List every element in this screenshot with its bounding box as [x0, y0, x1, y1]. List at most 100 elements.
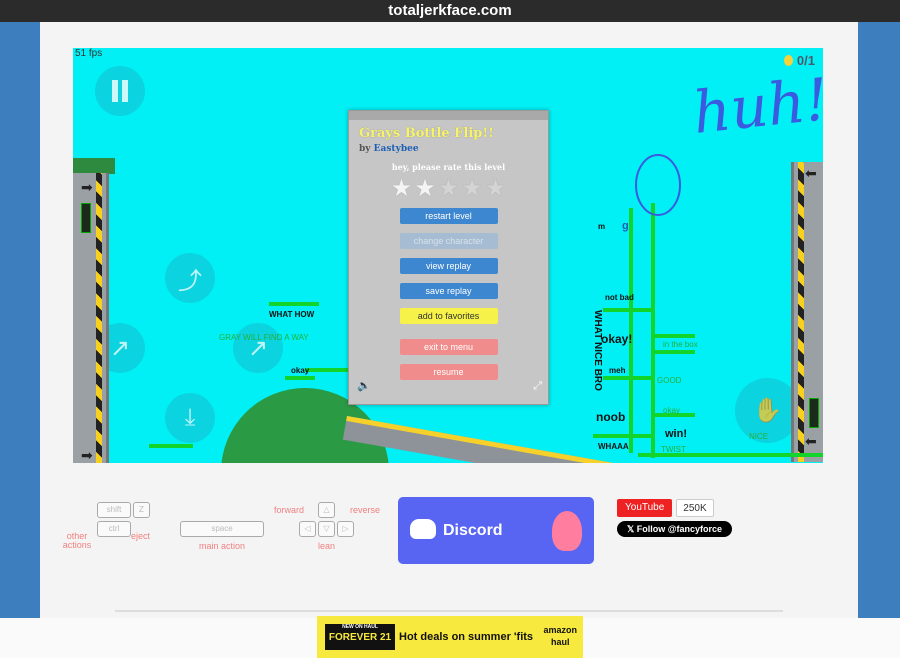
z-key: Z: [133, 502, 150, 518]
shift-key: shift: [97, 502, 131, 518]
save-replay-button[interactable]: save replay: [399, 283, 498, 299]
crouch-control-icon[interactable]: ⤓: [165, 393, 215, 443]
ad-brand-logo: NEW ON HAUL FOREVER 21: [325, 624, 395, 650]
level-label: WHAT NICE BRO: [592, 310, 603, 391]
arrow-left-icon: ⬅: [805, 434, 817, 450]
ad-brand: FOREVER 21: [328, 632, 392, 643]
platform: [149, 444, 193, 448]
menu-header-bar: [349, 111, 548, 120]
menu-icons-row: 🔈 ⤢: [357, 379, 542, 393]
platform: [655, 334, 695, 338]
forward-label: forward: [274, 505, 305, 515]
green-pole: [629, 208, 633, 453]
platform: [603, 308, 653, 312]
rating-star-icon[interactable]: ★: [438, 176, 460, 200]
level-author[interactable]: Eastybee: [374, 144, 419, 154]
discord-logo-icon: [410, 519, 436, 539]
rating-star-icon[interactable]: ★: [391, 176, 413, 200]
arrow-right-icon: ➡: [81, 448, 93, 463]
youtube-subscribe[interactable]: YouTube 250K: [617, 499, 714, 517]
platform: [603, 376, 653, 380]
level-label: GOOD: [657, 376, 682, 385]
discord-banner[interactable]: Discord: [398, 497, 594, 564]
platform: [269, 302, 319, 306]
level-label: meh: [609, 366, 626, 375]
level-label: GRAY WILL FIND A WAY: [219, 333, 309, 342]
lean-label: lean: [318, 541, 336, 551]
rate-prompt: hey, please rate this level: [391, 162, 506, 172]
left-key-icon: ◁: [299, 521, 316, 537]
ctrl-key: ctrl: [97, 521, 131, 537]
level-label: g: [622, 220, 629, 232]
arrow-right-icon: ➡: [81, 180, 93, 196]
browser-domain-bar: totaljerkface.com: [0, 0, 900, 22]
lcd-left: [81, 203, 91, 233]
level-menu-panel: Grays Bottle Flip!! by Eastybee hey, ple…: [348, 110, 549, 405]
lcd-right: [809, 398, 819, 428]
level-label: okay: [663, 406, 680, 415]
fullscreen-icon[interactable]: ⤢: [533, 379, 542, 393]
right-key-icon: ▷: [337, 521, 354, 537]
exit-to-menu-button[interactable]: exit to menu: [399, 339, 498, 355]
ad-partner: amazon haul: [543, 624, 577, 648]
eject-label: eject: [131, 531, 151, 541]
divider: [115, 610, 783, 612]
platform: [305, 368, 353, 372]
level-label: okay!: [601, 332, 633, 346]
rating-star-icon[interactable]: ★: [485, 176, 507, 200]
discord-mascot-icon: [552, 511, 582, 551]
twitter-follow-button[interactable]: 𝕏 Follow @fancyforce: [617, 521, 733, 537]
reverse-label: reverse: [350, 505, 381, 515]
level-label: not bad: [605, 293, 634, 302]
ad-partner-line1: amazon: [543, 625, 577, 635]
jump-control-icon[interactable]: ⤴: [165, 253, 215, 303]
rating-stars[interactable]: ★ ★ ★ ★ ★: [349, 176, 548, 200]
ad-badge: NEW ON HAUL: [342, 624, 378, 630]
level-label: noob: [596, 410, 626, 424]
level-label: NICE: [749, 432, 769, 441]
left-wall: [73, 173, 109, 463]
change-character-button: change character: [399, 233, 498, 249]
main-action-label: main action: [199, 541, 246, 551]
ad-partner-line2: haul: [550, 637, 570, 647]
green-pole: [651, 203, 655, 458]
sound-icon[interactable]: 🔈: [357, 379, 371, 393]
platform: [285, 376, 315, 380]
restart-level-button[interactable]: restart level: [399, 208, 498, 224]
level-label: WHAAA: [598, 442, 629, 451]
youtube-count: 250K: [676, 499, 714, 517]
ad-banner[interactable]: NEW ON HAUL FOREVER 21 Hot deals on summ…: [317, 616, 583, 658]
pause-icon: [112, 80, 128, 102]
platform: [655, 350, 695, 354]
action-control-icon[interactable]: ↗: [233, 323, 283, 373]
pause-button[interactable]: [95, 66, 145, 116]
other-actions-label: other actions: [62, 531, 92, 550]
arrow-left-icon: ⬅: [805, 166, 817, 182]
rating-star-icon[interactable]: ★: [461, 176, 483, 200]
level-label: in the box: [663, 340, 698, 349]
level-label: okay: [291, 366, 310, 375]
down-key-icon: ▽: [318, 521, 335, 537]
resume-button[interactable]: resume: [399, 364, 498, 380]
space-key: space: [180, 521, 264, 537]
by-label: by: [359, 144, 371, 154]
add-to-favorites-button[interactable]: add to favorites: [399, 308, 498, 324]
doodle-circle: [635, 154, 681, 216]
fps-counter: 51 fps: [75, 48, 103, 59]
view-replay-button[interactable]: view replay: [399, 258, 498, 274]
platform: [593, 434, 653, 438]
left-ledge: [73, 158, 115, 174]
youtube-button[interactable]: YouTube: [617, 499, 673, 517]
discord-label: Discord: [443, 522, 503, 539]
coin-icon: [783, 55, 793, 66]
level-label: WHAT HOW: [269, 310, 315, 319]
ad-text: Hot deals on summer 'fits: [399, 631, 534, 643]
level-label: m: [598, 222, 606, 231]
up-key-icon: △: [318, 502, 335, 518]
level-title: Grays Bottle Flip!!: [359, 126, 494, 141]
level-label: TWIST: [661, 445, 686, 454]
rating-star-icon[interactable]: ★: [414, 176, 436, 200]
doodle-huh: huh!: [689, 65, 823, 147]
level-author-line: by Eastybee: [349, 141, 548, 154]
level-label: win!: [665, 428, 687, 440]
